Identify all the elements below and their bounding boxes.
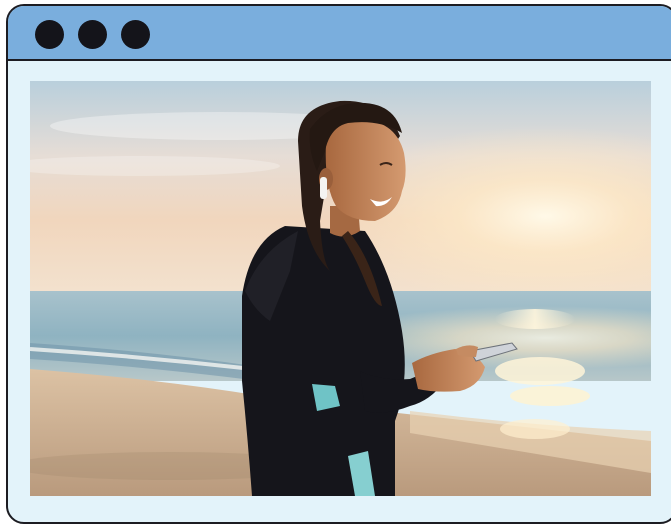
hero-photo (30, 81, 651, 496)
beach-photo-illustration (30, 81, 651, 496)
window-dot-icon[interactable] (35, 20, 64, 49)
window-dot-icon[interactable] (121, 20, 150, 49)
title-bar (8, 6, 671, 61)
window-dot-icon[interactable] (78, 20, 107, 49)
browser-window (6, 4, 671, 524)
